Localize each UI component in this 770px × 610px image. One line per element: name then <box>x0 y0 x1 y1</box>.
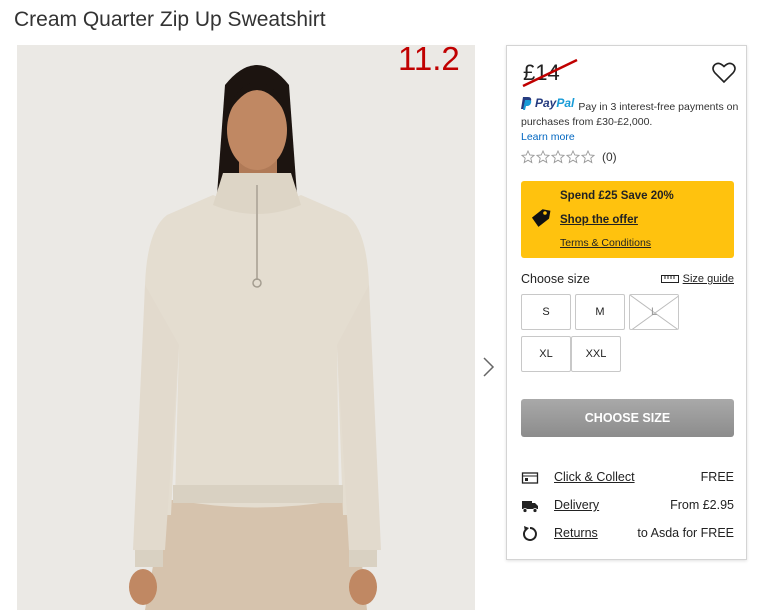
size-guide-label: Size guide <box>682 273 734 285</box>
size-option-m[interactable]: M <box>575 294 625 330</box>
return-icon <box>522 526 537 541</box>
offer-headline: Spend £25 Save 20% <box>560 190 674 202</box>
paypal-brand-pal: Pal <box>556 96 575 110</box>
annotation-label: 11.2 <box>398 40 460 77</box>
size-option-label: XL <box>539 348 553 360</box>
paypal-icon <box>521 97 532 110</box>
returns-info: to Asda for FREE <box>637 526 734 540</box>
wishlist-heart-icon[interactable] <box>712 62 736 84</box>
ruler-icon <box>660 275 679 283</box>
star-empty-icon <box>521 150 535 164</box>
delivery-price: From £2.95 <box>670 498 734 512</box>
offer-banner: Spend £25 Save 20% Shop the offer Terms … <box>521 181 734 258</box>
size-option-s[interactable]: S <box>521 294 571 330</box>
star-empty-icon <box>551 150 565 164</box>
size-guide-link[interactable]: Size guide <box>660 273 734 285</box>
returns-link[interactable]: Returns <box>554 526 598 540</box>
page-title: Cream Quarter Zip Up Sweatshirt <box>14 8 326 31</box>
click-collect-row: Click & Collect FREE <box>521 467 734 489</box>
review-count: (0) <box>602 150 617 164</box>
delivery-row: Delivery From £2.95 <box>521 495 734 517</box>
size-option-label: S <box>542 306 550 318</box>
click-collect-link[interactable]: Click & Collect <box>554 470 635 484</box>
rating[interactable]: (0) <box>521 150 617 164</box>
click-collect-price: FREE <box>700 470 734 484</box>
size-option-l-unavailable[interactable]: L <box>629 294 679 330</box>
star-empty-icon <box>566 150 580 164</box>
choose-size-label: Choose size <box>521 272 590 286</box>
choose-size-button[interactable]: CHOOSE SIZE <box>521 399 734 437</box>
price-tag-icon <box>531 209 551 227</box>
paypal-logo: Pay Pal <box>521 96 574 111</box>
paypal-brand-pay: Pay <box>535 96 557 110</box>
star-empty-icon <box>536 150 550 164</box>
product-image[interactable] <box>17 45 475 610</box>
size-option-xxl[interactable]: XXL <box>571 336 621 372</box>
size-option-label: L <box>650 306 658 318</box>
model-photo <box>17 45 475 610</box>
size-option-xl[interactable]: XL <box>521 336 571 372</box>
next-image-arrow-icon[interactable] <box>479 354 497 380</box>
size-option-label: XXL <box>585 348 607 360</box>
shop-the-offer-link[interactable]: Shop the offer <box>560 214 638 226</box>
star-empty-icon <box>581 150 595 164</box>
purchase-panel: £14 Pay Pal Pay in 3 interest-free paymen… <box>506 45 747 560</box>
paypal-learn-more-link[interactable]: Learn more <box>521 130 575 145</box>
paypal-message: Pay Pal Pay in 3 interest-free payments o… <box>521 96 743 145</box>
returns-row: Returns to Asda for FREE <box>521 523 734 545</box>
price-strikethrough <box>522 58 578 88</box>
size-header: Choose size Size guide <box>521 271 734 289</box>
price-row: £14 <box>521 56 736 90</box>
truck-icon <box>522 501 538 513</box>
terms-conditions-link[interactable]: Terms & Conditions <box>560 237 651 249</box>
size-option-label: M <box>595 306 605 318</box>
click-collect-icon <box>521 472 539 484</box>
delivery-link[interactable]: Delivery <box>554 498 599 512</box>
